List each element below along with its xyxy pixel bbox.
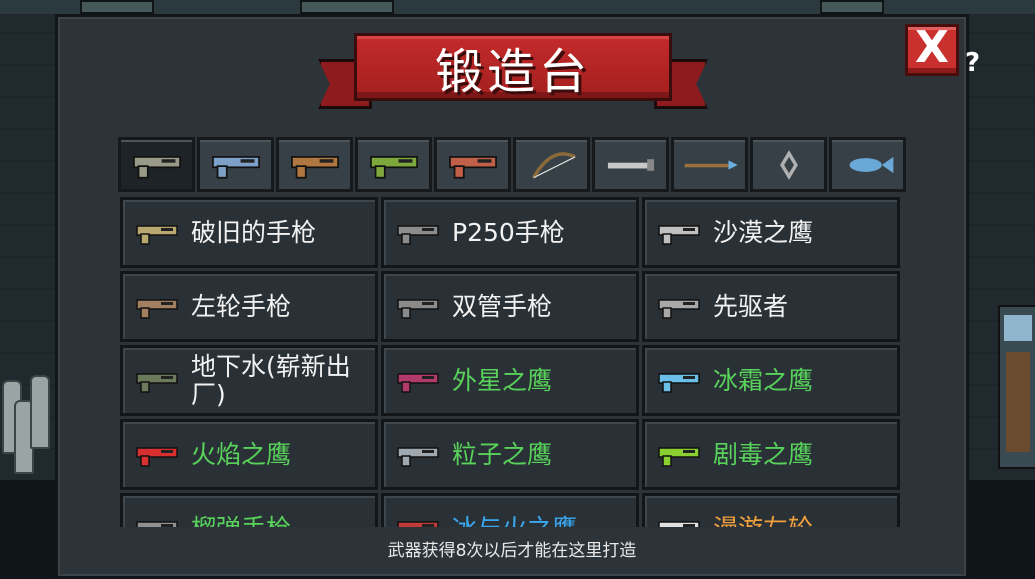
double-barrel-pistol-icon xyxy=(397,298,439,319)
weapon-name: 榴弹手枪 xyxy=(191,514,291,527)
tab-fish[interactable] xyxy=(829,137,906,192)
grenade-pistol-icon xyxy=(136,520,178,527)
pioneer-icon xyxy=(658,298,700,319)
smg-icon xyxy=(136,372,178,393)
p250-icon xyxy=(397,224,439,245)
weapon-name: 剧毒之鹰 xyxy=(713,439,814,469)
revolver-icon xyxy=(136,298,178,319)
tab-flamethrower[interactable] xyxy=(434,137,511,192)
weapon-name: 沙漠之鹰 xyxy=(713,217,814,247)
roaming-revolver-icon xyxy=(658,520,700,527)
weapon-name: 粒子之鹰 xyxy=(452,439,553,469)
background-brick xyxy=(80,0,154,14)
background-machine xyxy=(998,305,1035,469)
weapon-item[interactable]: 左轮手枪 xyxy=(120,271,378,342)
close-icon: X xyxy=(915,22,949,73)
weapon-item[interactable]: 剧毒之鹰 xyxy=(642,419,900,490)
weapon-name: 火焰之鹰 xyxy=(191,439,292,469)
shuriken-icon xyxy=(779,149,798,180)
particle-eagle-icon xyxy=(397,446,439,467)
old-pistol-icon xyxy=(136,224,178,245)
weapon-item[interactable]: 外星之鹰 xyxy=(381,345,639,416)
weapon-item[interactable]: 双管手枪 xyxy=(381,271,639,342)
tab-pistol[interactable] xyxy=(118,137,195,192)
weapon-name: 破旧的手枪 xyxy=(191,217,317,247)
frost-eagle-icon xyxy=(658,372,700,393)
weapon-name: 左轮手枪 xyxy=(191,291,292,321)
weapon-list[interactable]: 破旧的手枪 P250手枪 沙漠之鹰 左轮手枪 双管手枪 先驱者 地下水(崭新出厂… xyxy=(120,197,905,527)
tab-bow[interactable] xyxy=(513,137,590,192)
gas-tank xyxy=(30,375,50,449)
weapon-item[interactable]: 冰与火之鹰 xyxy=(381,493,639,527)
weapon-name: 外星之鹰 xyxy=(452,365,553,395)
forge-hint-text: 武器获得8次以后才能在这里打造 xyxy=(387,541,637,561)
pistol-icon xyxy=(132,155,181,179)
weapon-item[interactable]: 冰霜之鹰 xyxy=(642,345,900,416)
title-banner: 锻造台 xyxy=(318,33,708,113)
cropped-glyph: ? xyxy=(965,48,981,78)
tab-shuriken[interactable] xyxy=(750,137,827,192)
weapon-name: 地下水(崭新出厂) xyxy=(191,351,351,409)
weapon-item[interactable]: 榴弹手枪 xyxy=(120,493,378,527)
weapon-name: 冰与火之鹰 xyxy=(452,514,577,527)
tab-shotgun[interactable] xyxy=(276,137,353,192)
background-brick xyxy=(820,0,884,14)
shotgun-icon xyxy=(290,155,339,179)
weapon-item[interactable]: 粒子之鹰 xyxy=(381,419,639,490)
ice-fire-eagle-icon xyxy=(397,520,439,527)
fire-eagle-icon xyxy=(136,446,178,467)
tab-rifle[interactable] xyxy=(197,137,274,192)
weapon-name: 先驱者 xyxy=(713,291,789,321)
tab-launcher[interactable] xyxy=(355,137,432,192)
blade-icon xyxy=(607,158,654,171)
weapon-name: 漫游左轮 xyxy=(713,514,813,527)
alien-eagle-icon xyxy=(397,372,439,393)
weapon-item[interactable]: 地下水(崭新出厂) xyxy=(120,345,378,416)
weapon-item[interactable]: 火焰之鹰 xyxy=(120,419,378,490)
weapon-item[interactable]: 破旧的手枪 xyxy=(120,197,378,268)
weapon-name: P250手枪 xyxy=(452,217,565,247)
launcher-icon xyxy=(369,155,418,179)
poison-eagle-icon xyxy=(658,446,700,467)
weapon-item[interactable]: 沙漠之鹰 xyxy=(642,197,900,268)
weapon-name: 双管手枪 xyxy=(452,291,553,321)
bow-icon xyxy=(531,151,576,179)
weapon-item[interactable]: 漫游左轮 xyxy=(642,493,900,527)
close-button[interactable]: X xyxy=(905,24,959,76)
tab-blade[interactable] xyxy=(592,137,669,192)
rifle-icon xyxy=(211,155,260,179)
tab-spear[interactable] xyxy=(671,137,748,192)
weapon-item[interactable]: 先驱者 xyxy=(642,271,900,342)
spear-icon xyxy=(684,159,738,170)
weapon-category-tabs xyxy=(118,137,908,192)
desert-eagle-icon xyxy=(658,224,700,245)
flamethrower-icon xyxy=(448,155,497,179)
fish-icon xyxy=(849,156,893,173)
background-brick xyxy=(300,0,394,14)
page-title: 锻造台 xyxy=(434,44,591,100)
weapon-name: 冰霜之鹰 xyxy=(713,365,814,395)
weapon-item[interactable]: P250手枪 xyxy=(381,197,639,268)
